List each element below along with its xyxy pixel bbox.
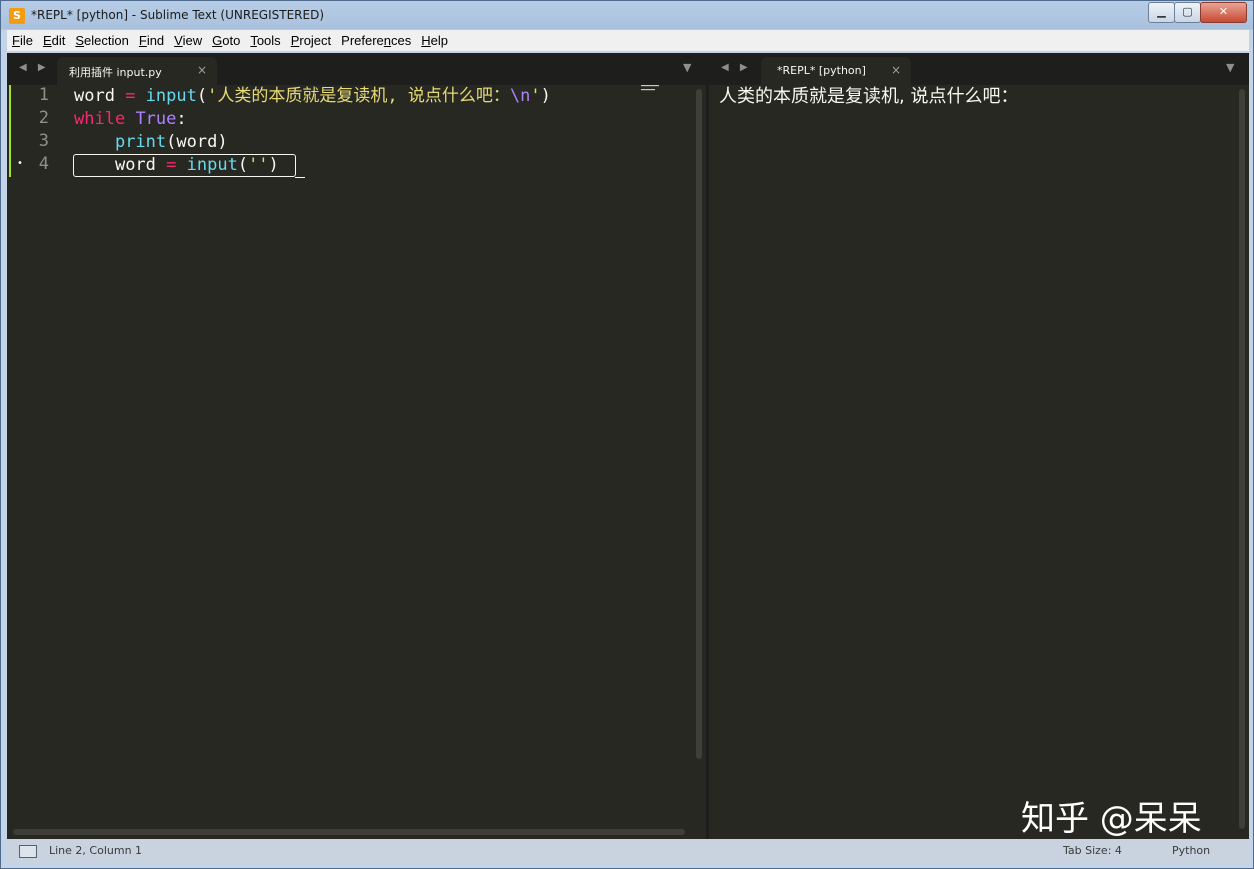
panel-toggle-icon[interactable] [19,845,37,858]
editor-area: ◀ ▶ 利用插件 input.py × ▼ ◀ ▶ *REPL* [python… [7,53,1249,839]
tab-label: 利用插件 input.py [69,66,162,79]
menu-goto[interactable]: Goto [207,30,245,51]
line-number: 1 [38,85,49,105]
tab-dropdown-icon[interactable]: ▼ [1226,61,1234,74]
sublime-text-app-icon: S [9,8,25,24]
tab-nav-arrows-icon[interactable]: ◀ ▶ [19,62,50,73]
menu-tools[interactable]: Tools [245,30,285,51]
code-line-4: word = input('') [114,155,279,175]
menu-file[interactable]: File [7,30,38,51]
tab-size-indicator[interactable]: Tab Size: 4 [1063,844,1122,857]
line-number-gutter: 1 2 3 • 4 [7,85,69,839]
title-bar[interactable]: S *REPL* [python] - Sublime Text (UNREGI… [1,1,1253,30]
code-line-2: while True: [74,109,187,129]
application-window: S *REPL* [python] - Sublime Text (UNREGI… [0,0,1254,869]
maximize-button[interactable]: ▢ [1174,2,1201,23]
minimap[interactable] [641,85,661,91]
line-number: 3 [38,131,49,151]
window-title: *REPL* [python] - Sublime Text (UNREGIST… [31,8,325,22]
minimap-line [641,85,659,87]
repl-output[interactable]: 人类的本质就是复读机, 说点什么吧： [719,85,1018,108]
tab-nav-arrows-icon[interactable]: ◀ ▶ [721,62,752,73]
tab-close-icon[interactable]: × [197,63,207,77]
minimize-button[interactable]: ▁ [1148,2,1175,23]
zhihu-watermark: 知乎 @呆呆 [1021,799,1202,839]
left-horizontal-scrollbar[interactable] [13,829,685,835]
line-number: 4 [38,154,49,174]
left-vertical-scrollbar[interactable] [696,89,702,759]
right-vertical-scrollbar[interactable] [1239,89,1245,829]
close-button[interactable]: ✕ [1200,2,1247,23]
menu-bar: File Edit Selection Find View Goto Tools Projec… [7,30,1249,51]
tab-repl-python[interactable]: *REPL* [python] × [761,57,911,85]
syntax-indicator[interactable]: Python [1172,844,1210,857]
left-tab-strip: ◀ ▶ 利用插件 input.py × ▼ [7,53,707,85]
menu-edit[interactable]: Edit [38,30,70,51]
text-caret [295,177,305,178]
menu-project[interactable]: Project [286,30,336,51]
menu-selection[interactable]: Selection [70,30,133,51]
line-number: 2 [38,108,49,128]
menu-view[interactable]: View [169,30,207,51]
code-line-1: word = input('人类的本质就是复读机, 说点什么吧：\n') [74,86,551,106]
tab-close-icon[interactable]: × [891,63,901,77]
cursor-position[interactable]: Line 2, Column 1 [49,844,142,857]
pane-divider[interactable] [706,53,709,839]
menu-preferences[interactable]: Preferences [336,30,416,51]
status-bar: Line 2, Column 1 Tab Size: 4 Python [7,839,1249,863]
tab-label: *REPL* [python] [777,64,866,77]
right-tab-strip: ◀ ▶ *REPL* [python] × ▼ [709,53,1249,85]
code-line-3: print(word) [114,132,228,152]
menu-help[interactable]: Help [416,30,453,51]
tab-input-py[interactable]: 利用插件 input.py × [57,57,217,85]
tab-dropdown-icon[interactable]: ▼ [683,61,691,74]
menu-find[interactable]: Find [134,30,169,51]
minimap-line [641,89,655,91]
